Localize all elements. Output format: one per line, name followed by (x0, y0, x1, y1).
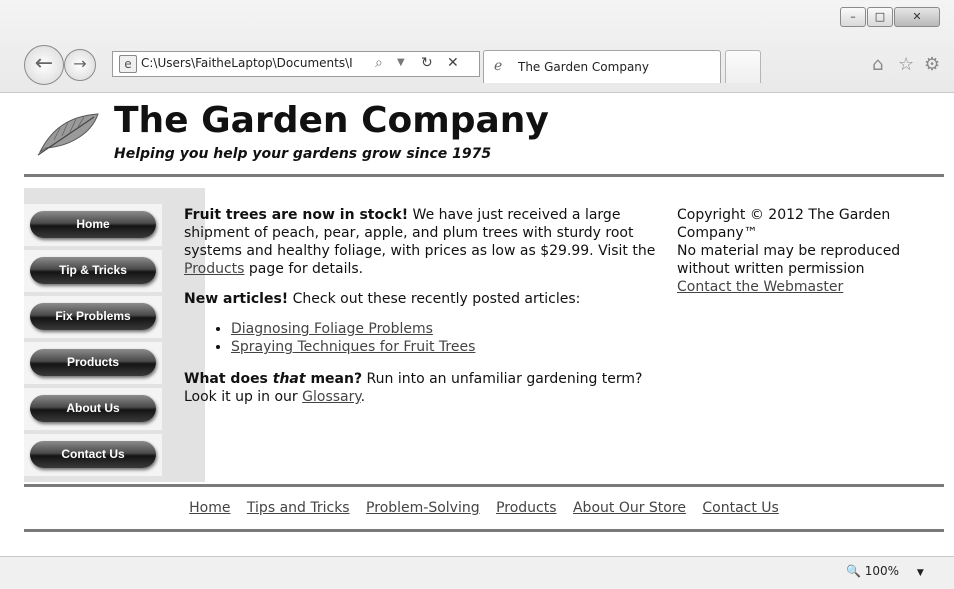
sidebar-item-home: Home (24, 204, 162, 246)
sidebar-nav: Home Tip & Tricks Fix Problems Products … (24, 188, 205, 482)
zoom-icon: 🔍 (846, 564, 861, 578)
contact-nav-button[interactable]: Contact Us (30, 441, 156, 468)
address-url[interactable]: C:\Users\FaitheLaptop\Documents\I (141, 56, 367, 70)
back-button[interactable]: ← (24, 45, 64, 85)
minimize-button[interactable]: – (840, 7, 866, 27)
back-arrow-icon: ← (34, 51, 54, 76)
home-icon[interactable]: ⌂ (872, 54, 883, 75)
browser-toolbar: – □ ✕ ← → e C:\Users\FaitheLaptop\Docume… (0, 0, 954, 93)
sidebar-item-fix-problems: Fix Problems (24, 296, 162, 338)
footer-link-contact[interactable]: Contact Us (702, 500, 778, 516)
status-bar: 🔍 100% ▼ (0, 556, 954, 589)
footer-link-problem-solving[interactable]: Problem-Solving (366, 500, 480, 516)
glossary-heading-italic: that (272, 371, 306, 387)
zoom-control[interactable]: 🔍 100% ▼ (846, 564, 924, 578)
site-title: The Garden Company (114, 100, 549, 141)
sidebar-item-contact: Contact Us (24, 434, 162, 476)
footer-nav: Home Tips and Tricks Problem-Solving Pro… (24, 500, 944, 516)
footer-link-tips[interactable]: Tips and Tricks (247, 500, 350, 516)
glossary-heading-b: mean? (305, 371, 363, 387)
glossary-text-end: . (360, 389, 366, 405)
fruit-trees-text-end: page for details. (244, 261, 364, 277)
main-content: Fruit trees are now in stock! We have ju… (184, 206, 662, 418)
footer-link-products[interactable]: Products (496, 500, 556, 516)
tab-title: The Garden Company (518, 60, 650, 74)
address-bar[interactable]: e C:\Users\FaitheLaptop\Documents\I ⌕ ▼ … (112, 51, 480, 77)
header-divider (24, 174, 944, 177)
glossary-link[interactable]: Glossary (302, 389, 361, 405)
tips-nav-button[interactable]: Tip & Tricks (30, 257, 156, 284)
zoom-level: 100% (864, 564, 900, 578)
footer-divider-bottom (24, 529, 944, 532)
new-tab-button[interactable] (725, 50, 761, 83)
forward-arrow-icon: → (73, 54, 87, 73)
dropdown-icon[interactable]: ▼ (397, 54, 405, 72)
sidebar-item-tips: Tip & Tricks (24, 250, 162, 292)
ie-logo-icon: ℯ (494, 58, 503, 74)
list-item: Spraying Techniques for Fruit Trees (231, 338, 662, 356)
copyright-text: Copyright © 2012 The Garden Company™ (677, 207, 891, 241)
fruit-trees-heading: Fruit trees are now in stock! (184, 207, 409, 223)
footer-divider-top (24, 484, 944, 487)
reproduction-notice: No material may be reproduced without wr… (677, 243, 901, 277)
footer-link-home[interactable]: Home (189, 500, 230, 516)
new-articles-heading: New articles! (184, 291, 289, 307)
search-icon[interactable]: ⌕ (375, 54, 383, 72)
contact-webmaster-link[interactable]: Contact the Webmaster (677, 279, 843, 295)
glossary-paragraph: What does that mean? Run into an unfamil… (184, 370, 662, 406)
page-icon: e (119, 55, 137, 73)
home-nav-button[interactable]: Home (30, 211, 156, 238)
copyright-aside: Copyright © 2012 The Garden Company™ No … (677, 206, 947, 296)
maximize-button[interactable]: □ (867, 7, 893, 27)
dropdown-icon: ▼ (916, 568, 924, 578)
articles-list: Diagnosing Foliage Problems Spraying Tec… (184, 320, 662, 356)
stop-icon[interactable]: ✕ (447, 54, 459, 72)
sidebar-item-about: About Us (24, 388, 162, 430)
leaf-logo-icon (37, 113, 99, 156)
favorites-star-icon[interactable]: ☆ (898, 54, 914, 75)
settings-gear-icon[interactable]: ⚙ (924, 54, 940, 75)
fix-problems-nav-button[interactable]: Fix Problems (30, 303, 156, 330)
refresh-icon[interactable]: ↻ (421, 54, 433, 72)
about-nav-button[interactable]: About Us (30, 395, 156, 422)
footer-link-about[interactable]: About Our Store (573, 500, 686, 516)
sidebar-item-products: Products (24, 342, 162, 384)
new-articles-paragraph: New articles! Check out these recently p… (184, 290, 662, 308)
tab-garden-company[interactable]: ℯ The Garden Company (483, 50, 721, 83)
article-link-foliage[interactable]: Diagnosing Foliage Problems (231, 321, 433, 337)
glossary-heading-a: What does (184, 371, 273, 387)
products-link[interactable]: Products (184, 261, 244, 277)
forward-button[interactable]: → (64, 49, 96, 81)
article-link-spraying[interactable]: Spraying Techniques for Fruit Trees (231, 339, 475, 355)
products-nav-button[interactable]: Products (30, 349, 156, 376)
site-tagline: Helping you help your gardens grow since… (114, 146, 492, 162)
new-articles-text: Check out these recently posted articles… (288, 291, 581, 307)
fruit-trees-paragraph: Fruit trees are now in stock! We have ju… (184, 206, 662, 278)
list-item: Diagnosing Foliage Problems (231, 320, 662, 338)
close-window-button[interactable]: ✕ (894, 7, 940, 27)
